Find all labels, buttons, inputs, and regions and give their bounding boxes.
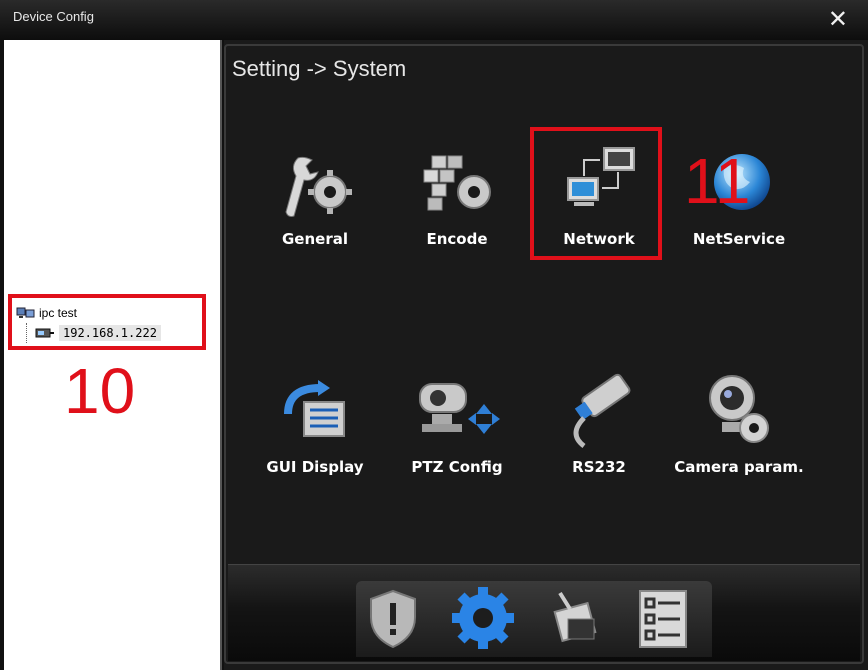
window-title: Device Config <box>13 9 94 24</box>
annotation-number-left: 10 <box>64 355 136 427</box>
close-icon[interactable]: ✕ <box>828 6 848 34</box>
checklist-icon <box>639 590 687 648</box>
tools-icon <box>553 591 597 643</box>
tile-label: Encode <box>426 230 488 248</box>
title-bar: Device Config ✕ <box>0 0 868 40</box>
annotation-number-right: 11 <box>684 145 751 217</box>
wrench-gear-icon <box>285 156 352 217</box>
bottom-toolbar <box>228 564 860 661</box>
annotation-box-network <box>530 127 662 260</box>
tile-label: Camera param. <box>674 458 804 476</box>
gear-icon <box>452 587 514 649</box>
breadcrumb: Setting -> System <box>232 56 407 81</box>
tile-encode[interactable]: Encode <box>392 140 522 260</box>
tile-camera-param[interactable]: Camera param. <box>674 368 804 488</box>
tile-label: PTZ Config <box>411 458 503 476</box>
monitor-refresh-icon <box>284 380 345 437</box>
ptz-camera-icon <box>419 383 500 434</box>
tile-label: NetService <box>692 230 786 248</box>
dock <box>356 581 712 657</box>
tile-rs232[interactable]: RS232 <box>534 368 664 488</box>
blocks-gear-icon <box>423 155 491 211</box>
tile-ptz-config[interactable]: PTZ Config <box>392 368 522 488</box>
tile-label: RS232 <box>572 458 626 476</box>
shield-alarm-icon <box>370 589 416 649</box>
tile-label: GUI Display <box>266 458 364 476</box>
tile-general[interactable]: General <box>250 140 380 260</box>
dock-info-button[interactable] <box>628 583 698 653</box>
serial-cable-icon <box>573 373 631 448</box>
dock-system-button[interactable] <box>448 583 518 653</box>
tile-gui-display[interactable]: GUI Display <box>250 368 380 488</box>
dock-tools-button[interactable] <box>538 583 608 653</box>
dock-alarm-button[interactable] <box>358 583 428 653</box>
annotation-box-device <box>8 294 206 350</box>
webcam-gear-icon <box>709 375 769 443</box>
tile-label: General <box>282 230 348 248</box>
